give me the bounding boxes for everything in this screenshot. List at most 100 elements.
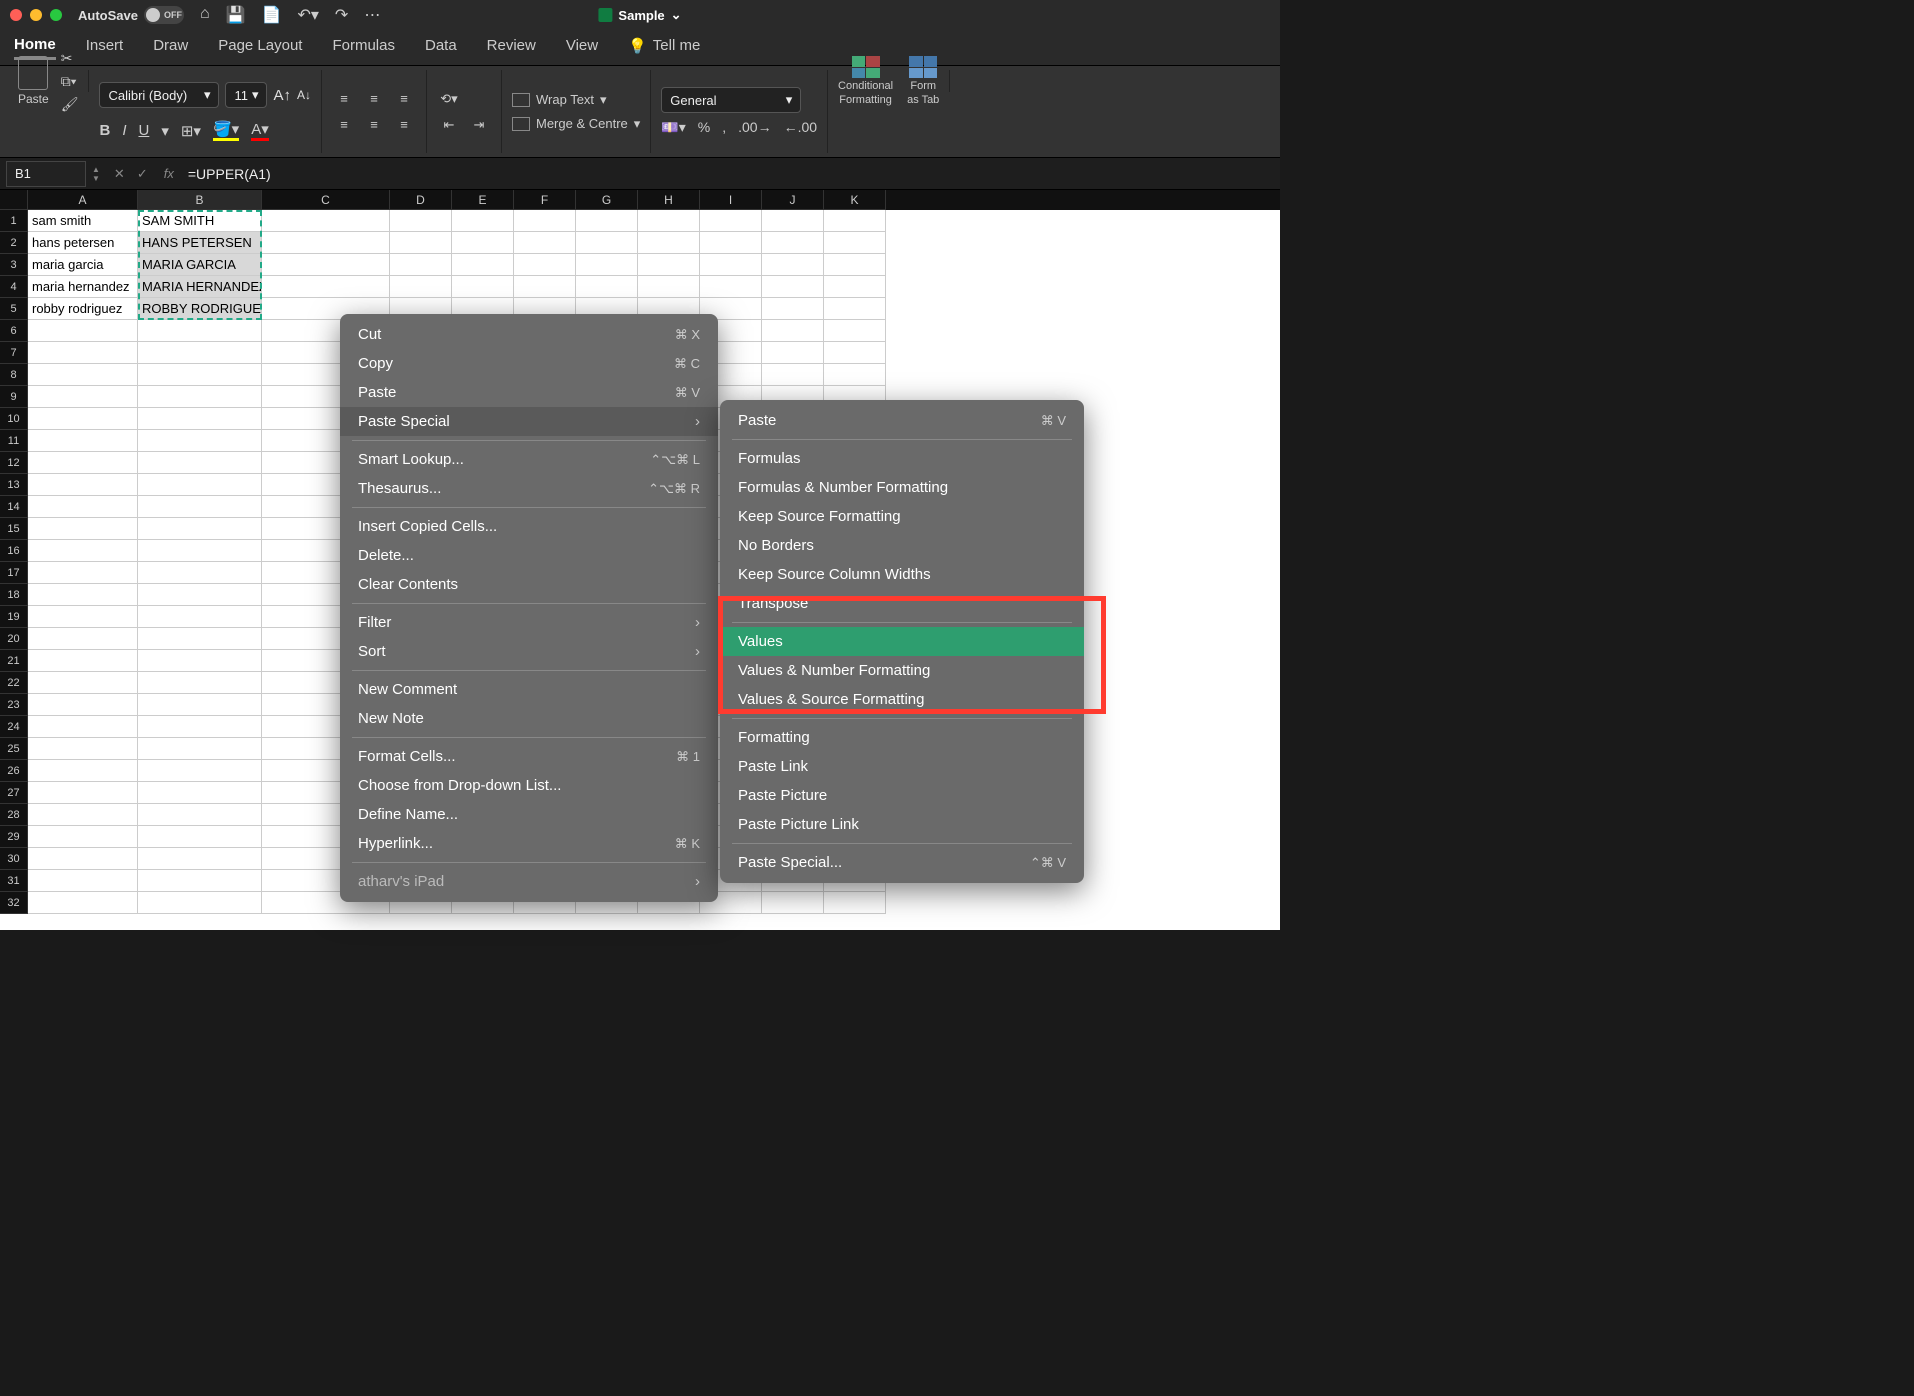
cell[interactable] bbox=[28, 870, 138, 892]
more-icon[interactable]: ⋯ bbox=[364, 5, 380, 25]
row-header[interactable]: 28 bbox=[0, 804, 28, 826]
cell[interactable] bbox=[28, 804, 138, 826]
row-header[interactable]: 6 bbox=[0, 320, 28, 342]
col-header-A[interactable]: A bbox=[28, 190, 138, 210]
ctx-define-name[interactable]: Define Name... bbox=[340, 800, 718, 829]
cell[interactable] bbox=[700, 254, 762, 276]
select-all-corner[interactable] bbox=[0, 190, 28, 210]
ctx-paste-special[interactable]: Paste Special› bbox=[340, 407, 718, 436]
cell[interactable] bbox=[138, 672, 262, 694]
row-header[interactable]: 23 bbox=[0, 694, 28, 716]
cell[interactable] bbox=[138, 892, 262, 914]
cell[interactable] bbox=[576, 232, 638, 254]
decrease-decimal-icon[interactable]: ←.00 bbox=[784, 119, 817, 136]
undo-icon[interactable]: ↶▾ bbox=[297, 5, 318, 25]
cell[interactable] bbox=[390, 210, 452, 232]
ctx-delete[interactable]: Delete... bbox=[340, 541, 718, 570]
cell[interactable]: maria garcia bbox=[28, 254, 138, 276]
ctx-copy[interactable]: Copy⌘ C bbox=[340, 349, 718, 378]
col-header-C[interactable]: C bbox=[262, 190, 390, 210]
bold-button[interactable]: B bbox=[99, 122, 110, 139]
row-header[interactable]: 18 bbox=[0, 584, 28, 606]
cell[interactable] bbox=[762, 342, 824, 364]
ctx-new-note[interactable]: New Note bbox=[340, 704, 718, 733]
cell[interactable] bbox=[138, 496, 262, 518]
cell[interactable] bbox=[28, 606, 138, 628]
cell[interactable] bbox=[138, 518, 262, 540]
ctx-cut[interactable]: Cut⌘ X bbox=[340, 320, 718, 349]
sub-paste-link[interactable]: Paste Link bbox=[720, 752, 1084, 781]
cell[interactable] bbox=[262, 210, 390, 232]
row-header[interactable]: 17 bbox=[0, 562, 28, 584]
increase-font-icon[interactable]: A↑ bbox=[273, 87, 291, 104]
row-header[interactable]: 12 bbox=[0, 452, 28, 474]
save-as-icon[interactable]: 📄 bbox=[262, 5, 282, 25]
orientation-icon[interactable]: ⟲▾ bbox=[437, 89, 461, 109]
cell[interactable]: robby rodriguez bbox=[28, 298, 138, 320]
sub-keep-source-column-widths[interactable]: Keep Source Column Widths bbox=[720, 560, 1084, 589]
cell[interactable] bbox=[390, 232, 452, 254]
row-header[interactable]: 32 bbox=[0, 892, 28, 914]
close-window-icon[interactable] bbox=[10, 9, 22, 21]
cell[interactable] bbox=[28, 540, 138, 562]
sub-no-borders[interactable]: No Borders bbox=[720, 531, 1084, 560]
cell[interactable] bbox=[700, 210, 762, 232]
cell[interactable] bbox=[28, 408, 138, 430]
cell[interactable] bbox=[452, 232, 514, 254]
cell[interactable] bbox=[824, 276, 886, 298]
cell[interactable] bbox=[390, 254, 452, 276]
font-color-button[interactable]: A▾ bbox=[251, 120, 269, 141]
minimize-window-icon[interactable] bbox=[30, 9, 42, 21]
document-title[interactable]: Sample ⌄ bbox=[598, 7, 681, 23]
row-header[interactable]: 21 bbox=[0, 650, 28, 672]
cell[interactable] bbox=[138, 584, 262, 606]
autosave-toggle[interactable]: AutoSave OFF bbox=[78, 6, 184, 24]
cell[interactable] bbox=[138, 848, 262, 870]
cell[interactable] bbox=[576, 210, 638, 232]
ctx-smart-lookup[interactable]: Smart Lookup...⌃⌥⌘ L bbox=[340, 445, 718, 474]
cell[interactable]: sam smith bbox=[28, 210, 138, 232]
sub-formulas[interactable]: Formulas bbox=[720, 444, 1084, 473]
cell[interactable] bbox=[576, 254, 638, 276]
cell[interactable] bbox=[138, 342, 262, 364]
sub-values-number-formatting[interactable]: Values & Number Formatting bbox=[720, 656, 1084, 685]
sub-values[interactable]: Values bbox=[720, 627, 1084, 656]
cell[interactable] bbox=[138, 474, 262, 496]
col-header-D[interactable]: D bbox=[390, 190, 452, 210]
fill-color-button[interactable]: 🪣▾ bbox=[213, 120, 239, 141]
percent-format-icon[interactable]: % bbox=[698, 119, 710, 136]
sub-transpose[interactable]: Transpose bbox=[720, 589, 1084, 618]
row-header[interactable]: 10 bbox=[0, 408, 28, 430]
row-header[interactable]: 3 bbox=[0, 254, 28, 276]
tab-review[interactable]: Review bbox=[487, 37, 536, 58]
row-header[interactable]: 1 bbox=[0, 210, 28, 232]
cell[interactable]: MARIA HERNANDEZ bbox=[138, 276, 262, 298]
cell[interactable] bbox=[138, 452, 262, 474]
cell[interactable] bbox=[576, 276, 638, 298]
align-middle-icon[interactable]: ≡ bbox=[362, 89, 386, 109]
cell[interactable] bbox=[28, 320, 138, 342]
cell[interactable] bbox=[824, 320, 886, 342]
fx-icon[interactable]: fx bbox=[164, 166, 174, 181]
tab-formulas[interactable]: Formulas bbox=[332, 37, 395, 58]
row-header[interactable]: 13 bbox=[0, 474, 28, 496]
align-center-icon[interactable]: ≡ bbox=[362, 115, 386, 135]
ctx-ipad[interactable]: atharv's iPad› bbox=[340, 867, 718, 896]
font-name-select[interactable]: Calibri (Body)▾ bbox=[99, 82, 219, 108]
cell[interactable] bbox=[390, 276, 452, 298]
cell[interactable] bbox=[138, 738, 262, 760]
cell[interactable] bbox=[28, 562, 138, 584]
cell[interactable] bbox=[28, 672, 138, 694]
tab-page-layout[interactable]: Page Layout bbox=[218, 37, 302, 58]
cell[interactable] bbox=[28, 716, 138, 738]
tab-insert[interactable]: Insert bbox=[86, 37, 124, 58]
row-header[interactable]: 31 bbox=[0, 870, 28, 892]
name-box[interactable]: B1 bbox=[6, 161, 86, 187]
cell[interactable]: MARIA GARCIA bbox=[138, 254, 262, 276]
cell[interactable] bbox=[824, 232, 886, 254]
align-top-icon[interactable]: ≡ bbox=[332, 89, 356, 109]
row-header[interactable]: 9 bbox=[0, 386, 28, 408]
cell[interactable] bbox=[138, 782, 262, 804]
cell[interactable] bbox=[28, 518, 138, 540]
cell[interactable] bbox=[262, 232, 390, 254]
